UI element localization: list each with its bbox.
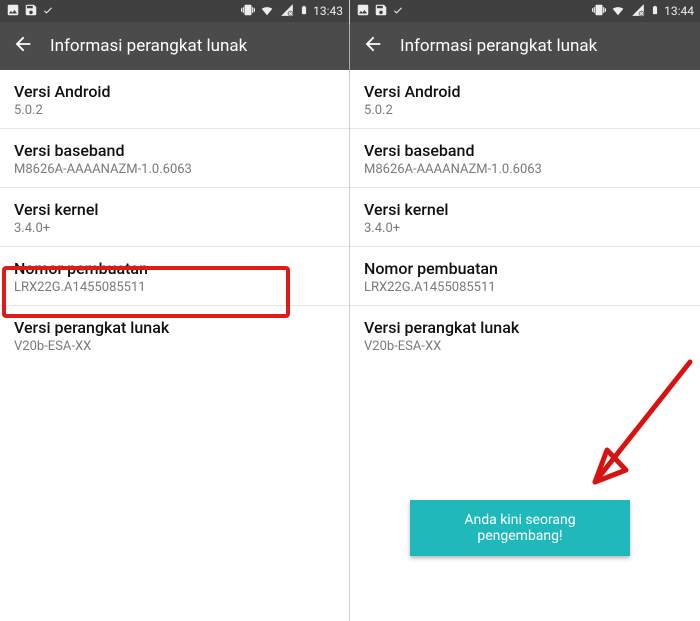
save-icon: [374, 3, 388, 20]
row-label: Versi kernel: [14, 200, 335, 219]
row-software-version[interactable]: Versi perangkat lunak V20b-ESA-XX: [0, 306, 349, 364]
status-left: [356, 3, 404, 20]
row-kernel-version[interactable]: Versi kernel 3.4.0+: [0, 188, 349, 247]
row-value: V20b-ESA-XX: [14, 339, 335, 354]
row-kernel-version[interactable]: Versi kernel 3.4.0+: [350, 188, 700, 247]
row-label: Versi perangkat lunak: [14, 318, 335, 337]
vibrate-icon: [241, 3, 255, 20]
row-value: 3.4.0+: [14, 221, 335, 236]
row-label: Nomor pembuatan: [364, 259, 686, 278]
image-icon: [356, 3, 370, 20]
developer-toast: Anda kini seorang pengembang!: [410, 500, 630, 556]
signal-no-data-icon: [279, 3, 295, 20]
row-baseband-version[interactable]: Versi baseband M8626A-AAAANAZM-1.0.6063: [350, 129, 700, 188]
status-time: 13:44: [664, 4, 694, 18]
toast-text: Anda kini seorang pengembang!: [464, 512, 575, 544]
row-build-number[interactable]: Nomor pembuatan LRX22G.A1455085511: [350, 247, 700, 306]
row-label: Versi Android: [14, 82, 335, 101]
page-title: Informasi perangkat lunak: [50, 36, 247, 56]
row-label: Nomor pembuatan: [14, 259, 335, 278]
wifi-icon: [610, 3, 626, 20]
row-value: V20b-ESA-XX: [364, 339, 686, 354]
page-title: Informasi perangkat lunak: [400, 36, 597, 56]
back-icon[interactable]: [362, 33, 384, 59]
app-bar: Informasi perangkat lunak: [0, 22, 349, 70]
vibrate-icon: [592, 3, 606, 20]
row-value: 5.0.2: [14, 103, 335, 118]
settings-list: Versi Android 5.0.2 Versi baseband M8626…: [350, 70, 700, 364]
save-icon: [24, 3, 38, 20]
battery-icon: [650, 3, 660, 20]
row-build-number[interactable]: Nomor pembuatan LRX22G.A1455085511: [0, 247, 349, 306]
status-left: [6, 3, 54, 20]
row-software-version[interactable]: Versi perangkat lunak V20b-ESA-XX: [350, 306, 700, 364]
row-label: Versi perangkat lunak: [364, 318, 686, 337]
status-time: 13:43: [313, 4, 343, 18]
status-bar: 13:43: [0, 0, 349, 22]
row-value: 3.4.0+: [364, 221, 686, 236]
row-label: Versi Android: [364, 82, 686, 101]
wifi-icon: [259, 3, 275, 20]
status-right: 13:43: [241, 3, 343, 20]
row-label: Versi kernel: [364, 200, 686, 219]
check-icon: [392, 4, 404, 19]
row-value: M8626A-AAAANAZM-1.0.6063: [364, 162, 686, 177]
row-label: Versi baseband: [14, 141, 335, 160]
screen-right: 13:44 Informasi perangkat lunak Versi An…: [350, 0, 700, 621]
row-android-version[interactable]: Versi Android 5.0.2: [0, 70, 349, 129]
signal-no-data-icon: [630, 3, 646, 20]
row-label: Versi baseband: [364, 141, 686, 160]
status-right: 13:44: [592, 3, 694, 20]
row-value: 5.0.2: [364, 103, 686, 118]
settings-list: Versi Android 5.0.2 Versi baseband M8626…: [0, 70, 349, 364]
app-bar: Informasi perangkat lunak: [350, 22, 700, 70]
image-icon: [6, 3, 20, 20]
battery-icon: [299, 3, 309, 20]
row-value: LRX22G.A1455085511: [14, 280, 335, 295]
row-value: LRX22G.A1455085511: [364, 280, 686, 295]
status-bar: 13:44: [350, 0, 700, 22]
row-value: M8626A-AAAANAZM-1.0.6063: [14, 162, 335, 177]
screen-left: 13:43 Informasi perangkat lunak Versi An…: [0, 0, 350, 621]
back-icon[interactable]: [12, 33, 34, 59]
check-icon: [42, 4, 54, 19]
row-android-version[interactable]: Versi Android 5.0.2: [350, 70, 700, 129]
row-baseband-version[interactable]: Versi baseband M8626A-AAAANAZM-1.0.6063: [0, 129, 349, 188]
